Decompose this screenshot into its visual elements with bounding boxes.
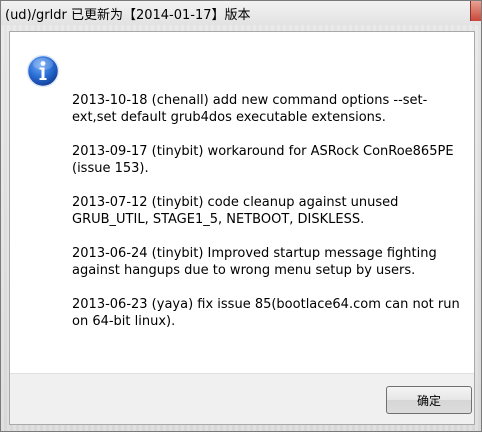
changelog-entry: 2013-09-17 (tinybit) workaround for ASRo… [72, 144, 454, 176]
dialog-content: 2013-10-18 (chenall) add new command opt… [9, 31, 475, 425]
changelog-entry: 2013-06-24 (tinybit) Improved startup me… [72, 246, 437, 278]
dialog-window: (ud)/grldr 已更新为【2014-01-17】版本 2013-10-18… [0, 0, 482, 432]
title-bar[interactable]: (ud)/grldr 已更新为【2014-01-17】版本 [1, 1, 481, 25]
message-text: 2013-10-18 (chenall) add new command opt… [72, 92, 462, 347]
close-button[interactable] [470, 1, 481, 21]
changelog-entry: 2013-10-18 (chenall) add new command opt… [72, 93, 428, 125]
button-bar: 确定 [10, 373, 474, 424]
changelog-entry: 2013-06-23 (yaya) fix issue 85(bootlace6… [72, 297, 460, 329]
changelog-entry: 2013-07-12 (tinybit) code cleanup agains… [72, 195, 399, 227]
window-title: (ud)/grldr 已更新为【2014-01-17】版本 [5, 8, 251, 23]
info-icon [26, 54, 60, 88]
ok-button[interactable]: 确定 [386, 386, 472, 414]
